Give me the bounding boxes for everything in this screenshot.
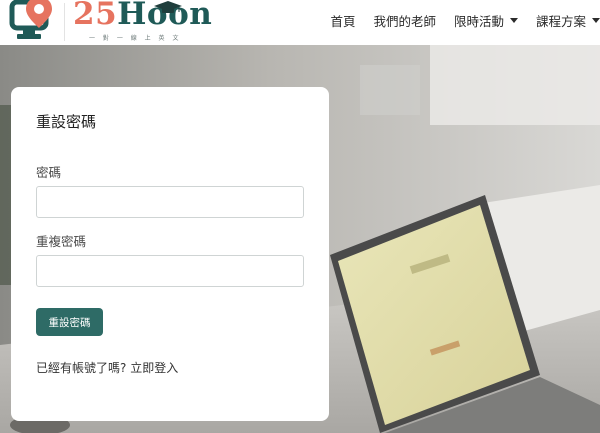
site-header: 25Hoon 一 對 一 線 上 英 文 首頁 我們的老師 限時活動 課程方案 — [0, 0, 600, 45]
login-prompt-text: 已經有帳號了嗎? — [36, 361, 127, 375]
nav-item-home[interactable]: 首頁 — [330, 11, 355, 30]
nav-item-label: 課程方案 — [535, 13, 586, 29]
nav-item-label: 限時活動 — [453, 13, 504, 29]
card-title: 重設密碼 — [36, 113, 97, 131]
brand-number: 25 — [73, 0, 118, 32]
password-label: 密碼 — [36, 165, 62, 180]
password-input[interactable] — [36, 186, 304, 218]
nav-item-course-plans[interactable]: 課程方案 — [536, 11, 600, 30]
reset-password-button[interactable]: 重設密碼 — [36, 308, 103, 336]
caret-down-icon — [509, 17, 518, 23]
graduation-cap-icon — [154, 1, 182, 13]
nav-item-promotions[interactable]: 限時活動 — [454, 11, 518, 30]
login-prompt-line: 已經有帳號了嗎? 立即登入 — [36, 359, 178, 376]
confirm-password-input[interactable] — [36, 255, 304, 287]
caret-down-icon — [592, 17, 600, 23]
nav-item-teachers[interactable]: 我們的老師 — [373, 11, 436, 30]
nav-item-label: 我們的老師 — [373, 13, 436, 29]
reset-password-card: 重設密碼 密碼 重複密碼 重設密碼 已經有帳號了嗎? 立即登入 — [11, 87, 329, 421]
logo-divider — [64, 3, 65, 41]
logo-mark-icon[interactable] — [9, 0, 57, 42]
confirm-password-label: 重複密碼 — [36, 234, 87, 249]
nav-item-label: 首頁 — [330, 13, 356, 29]
main-nav: 首頁 我們的老師 限時活動 課程方案 — [330, 10, 600, 30]
login-link[interactable]: 立即登入 — [130, 361, 178, 375]
brand-tagline: 一 對 一 線 上 英 文 — [89, 35, 182, 42]
brand-wordmark[interactable]: 25Hoon — [73, 0, 212, 34]
